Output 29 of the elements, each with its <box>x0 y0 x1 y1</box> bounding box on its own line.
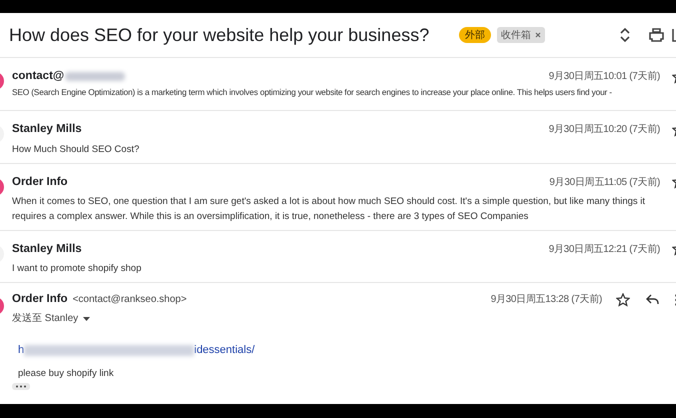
reply-icon[interactable] <box>646 294 659 306</box>
inbox-label: 收件箱 <box>497 27 546 43</box>
sender-name: Order Info <box>12 292 68 307</box>
message-date: 9月30日周五13:28 (7天前) <box>490 293 602 308</box>
message-snippet: I want to promote shopify shop <box>11 262 142 276</box>
message-date: 9月30日周五10:01 (7天前) <box>548 70 660 84</box>
message-date: 9月30日周五10:20 (7天前) <box>548 123 660 138</box>
show-trimmed-icon[interactable] <box>12 383 30 390</box>
message-snippet: How Much Should SEO Cost? <box>11 142 140 156</box>
message-date: 9月30日周五12:21 (7天前) <box>548 242 660 257</box>
remove-label-icon[interactable] <box>535 32 542 38</box>
recipient-label: 发送至 Stanley <box>12 312 78 326</box>
link[interactable]: idessentials/ <box>194 342 255 359</box>
sender-name: Order Info <box>12 174 68 190</box>
message-snippet: SEO (Search Engine Optimization) is a marketing term which involves optimizing your website for search engines to increase your place online. This helps users find your - <box>11 86 613 100</box>
dropdown-caret-icon[interactable] <box>83 316 90 321</box>
print-icon[interactable] <box>649 28 664 42</box>
sender-name: contact@ <box>12 69 64 84</box>
external-label: 外部 <box>459 27 492 43</box>
message-date: 9月30日周五11:05 (7天前) <box>549 176 660 190</box>
email-subject: How does SEO for your website help your business? <box>9 24 430 47</box>
star-icon[interactable] <box>616 292 630 307</box>
expand-collapse-icon[interactable] <box>620 28 630 42</box>
message-snippet: When it comes to SEO, one question that I am sure get's asked a lot is about how much SEO should cost. It's a simple question, but like many things it requires a complex answer. While this is an oversimplification, it is true, nonetheless - there are 3 types of SEO Companies <box>11 194 646 224</box>
sender-email: <contact@rankseo.shop> <box>72 293 187 308</box>
link[interactable]: h <box>18 342 24 359</box>
sender-name: Stanley Mills <box>12 122 82 138</box>
sender-name: Stanley Mills <box>12 242 82 257</box>
body-text: please buy shopify link <box>18 366 115 381</box>
